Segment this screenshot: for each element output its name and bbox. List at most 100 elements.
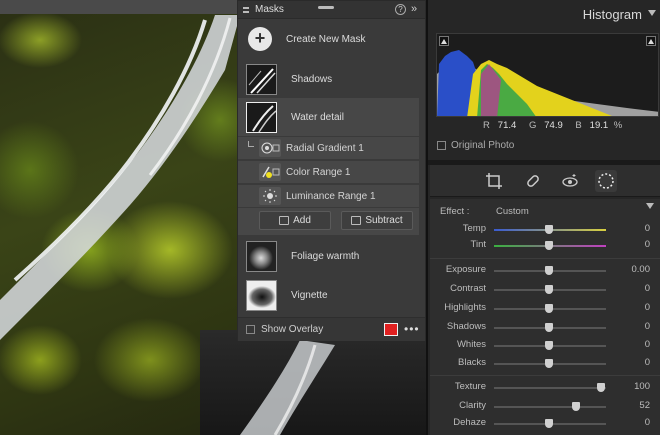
component-radial-gradient[interactable]: Radial Gradient 1 — [238, 137, 419, 159]
slider-label: Texture — [454, 381, 486, 392]
slider-value[interactable]: 0 — [645, 223, 650, 234]
tool-strip — [430, 165, 660, 197]
slider-knob[interactable] — [545, 341, 553, 350]
masks-panel: Masks ? » + Create New Mask Shadows Wate… — [237, 0, 426, 341]
slider-dehaze[interactable]: Dehaze 0 — [430, 415, 660, 432]
red-eye-icon[interactable] — [561, 172, 579, 190]
panel-menu-icon[interactable] — [243, 6, 249, 13]
color-range-icon — [259, 163, 281, 181]
collapse-arrow-icon[interactable] — [648, 10, 656, 16]
collapse-arrow-icon[interactable] — [646, 203, 654, 209]
component-luminance-range[interactable]: Luminance Range 1 — [238, 185, 419, 207]
slider-knob[interactable] — [545, 323, 553, 332]
mask-item-vignette[interactable]: Vignette — [238, 277, 425, 313]
slider-tint[interactable]: Tint 0 — [430, 237, 660, 254]
slider-label: Clarity — [459, 400, 486, 411]
shadow-clipping-icon[interactable] — [439, 36, 449, 46]
show-overlay-label: Show Overlay — [261, 324, 324, 335]
mask-item-foliage-warmth[interactable]: Foliage warmth — [238, 238, 425, 274]
slider-knob[interactable] — [545, 241, 553, 250]
original-photo-toggle[interactable]: Original Photo — [437, 140, 514, 151]
highlight-clipping-icon[interactable] — [646, 36, 656, 46]
slider-track[interactable] — [494, 387, 606, 389]
help-icon[interactable]: ? — [395, 4, 406, 15]
original-photo-checkbox[interactable] — [437, 141, 446, 150]
slider-label: Tint — [470, 239, 486, 250]
masking-icon[interactable] — [595, 170, 617, 192]
slider-value[interactable]: 0 — [645, 239, 650, 250]
slider-knob[interactable] — [597, 383, 605, 392]
divider — [430, 375, 660, 376]
masks-panel-header[interactable]: Masks ? » — [238, 1, 425, 19]
slider-whites[interactable]: Whites 0 — [430, 337, 660, 354]
slider-value[interactable]: 0 — [645, 339, 650, 350]
slider-contrast[interactable]: Contrast 0 — [430, 281, 660, 298]
plus-icon: + — [248, 27, 272, 51]
slider-value[interactable]: 52 — [639, 400, 650, 411]
mask-thumbnail — [246, 63, 277, 95]
mask-item-label: Water detail — [291, 111, 344, 123]
slider-label: Shadows — [446, 321, 486, 332]
crop-icon[interactable] — [485, 172, 503, 190]
drag-handle-icon[interactable] — [318, 6, 334, 9]
healing-icon[interactable] — [524, 172, 542, 190]
slider-blacks[interactable]: Blacks 0 — [430, 355, 660, 372]
slider-knob[interactable] — [572, 402, 580, 411]
slider-value[interactable]: 0 — [645, 302, 650, 313]
slider-label: Blacks — [458, 357, 486, 368]
mask-item-water-detail[interactable]: Water detail — [238, 98, 419, 136]
add-label: Add — [293, 215, 311, 226]
collapse-panel-icon[interactable]: » — [411, 3, 417, 15]
masks-panel-title: Masks — [255, 4, 284, 15]
divider — [430, 258, 660, 259]
slider-knob[interactable] — [545, 285, 553, 294]
slider-knob[interactable] — [545, 225, 553, 234]
histogram-title: Histogram — [582, 7, 642, 22]
slider-clarity[interactable]: Clarity 52 — [430, 398, 660, 415]
mask-item-shadows[interactable]: Shadows — [238, 61, 425, 97]
slider-texture[interactable]: Texture 100 — [430, 379, 660, 396]
component-color-range[interactable]: Color Range 1 — [238, 161, 419, 183]
slider-highlights[interactable]: Highlights 0 — [430, 300, 660, 317]
slider-label: Highlights — [444, 302, 486, 313]
slider-label: Exposure — [445, 264, 486, 275]
histogram-header[interactable]: Histogram — [428, 0, 660, 28]
luminance-range-icon — [259, 187, 281, 205]
slider-value[interactable]: 100 — [634, 381, 650, 392]
slider-value[interactable]: 0 — [645, 417, 650, 428]
mask-item-label: Vignette — [291, 289, 328, 301]
subtract-label: Subtract — [365, 215, 403, 226]
overlay-color-swatch[interactable] — [384, 323, 398, 336]
slider-shadows[interactable]: Shadows 0 — [430, 319, 660, 336]
g-label: G — [528, 120, 537, 131]
slider-temp[interactable]: Temp 0 — [430, 221, 660, 238]
slider-exposure[interactable]: Exposure 0.00 — [430, 262, 660, 279]
show-overlay-checkbox[interactable] — [246, 325, 255, 334]
slider-knob[interactable] — [545, 359, 553, 368]
radial-gradient-icon — [259, 139, 281, 157]
create-new-mask-label: Create New Mask — [286, 33, 366, 45]
original-photo-label: Original Photo — [451, 140, 515, 151]
slider-knob[interactable] — [545, 266, 553, 275]
add-mask-icon — [279, 216, 290, 225]
slider-label: Dehaze — [453, 417, 486, 428]
slider-knob[interactable] — [545, 304, 553, 313]
rgb-readout: R 71.4 G 74.9 B 19.1 % — [483, 120, 622, 131]
slider-knob[interactable] — [545, 419, 553, 428]
add-button[interactable]: Add — [259, 211, 331, 230]
slider-value[interactable]: 0 — [645, 357, 650, 368]
add-subtract-row: Add Subtract — [238, 208, 419, 235]
effect-dropdown[interactable]: Custom — [496, 206, 529, 217]
component-label: Color Range 1 — [286, 166, 351, 178]
slider-value[interactable]: 0 — [645, 283, 650, 294]
slider-track[interactable] — [494, 406, 606, 408]
slider-value[interactable]: 0.00 — [632, 264, 651, 275]
create-new-mask-button[interactable]: + Create New Mask — [238, 25, 425, 53]
effect-preset-row[interactable]: Effect : Custom — [430, 199, 660, 221]
slider-value[interactable]: 0 — [645, 321, 650, 332]
subtract-button[interactable]: Subtract — [341, 211, 413, 230]
component-label: Radial Gradient 1 — [286, 142, 364, 154]
mask-item-label: Foliage warmth — [291, 250, 360, 262]
b-label: B — [575, 120, 582, 131]
develop-panel: Histogram R 71.4 G 74.9 B 19.1 % Origina… — [426, 0, 660, 435]
